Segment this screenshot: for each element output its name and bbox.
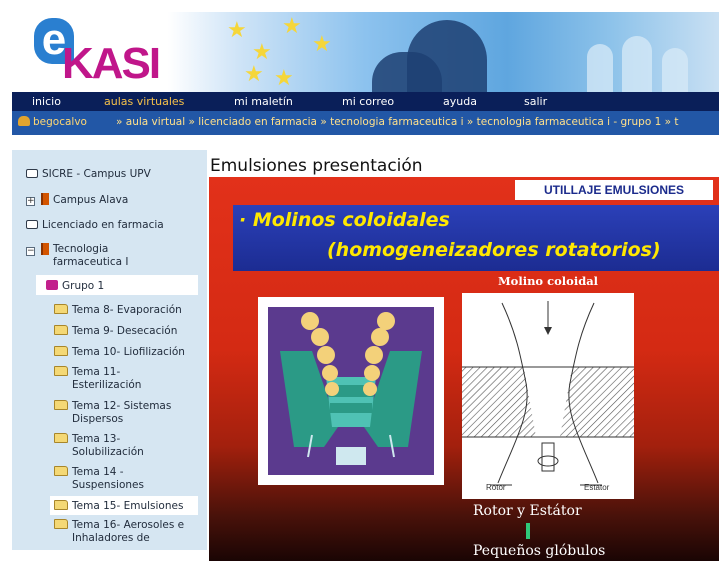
sidebar-item-campus-alava[interactable]: + Campus Alava [26, 193, 128, 207]
caption-rotor-estator: Rotor y Estátor [473, 503, 582, 519]
person-silhouette [587, 44, 613, 92]
rotor-label: Rotor [486, 483, 506, 492]
star-icon: ★ [312, 32, 332, 57]
nav-salir[interactable]: salir [524, 95, 547, 108]
breadcrumb-path[interactable]: » aula virtual » licenciado en farmacia … [116, 116, 678, 128]
sidebar-item-tema-12[interactable]: Tema 12- Sistemas Dispersos [54, 400, 197, 426]
course-sidebar: SICRE - Campus UPV + Campus Alava Licenci… [12, 150, 207, 550]
caption-pequenos-globulos: Pequeños glóbulos [473, 543, 606, 559]
nav-mi-correo[interactable]: mi correo [342, 95, 394, 108]
folder-icon [54, 304, 68, 314]
star-icon: ★ [282, 14, 302, 39]
top-nav: inicio aulas virtuales mi maletín mi cor… [12, 92, 719, 111]
sidebar-item-label: Tema 11- Esterilización [72, 366, 142, 391]
rotor-stator-diagram: Rotor Estator [462, 293, 634, 499]
user-icon [18, 116, 30, 126]
sidebar-item-tema-15[interactable]: Tema 15- Emulsiones [54, 500, 183, 513]
colloid-mill-illustration [258, 297, 444, 485]
site-banner: e KASI ★ ★ ★ ★ ★ ★ [12, 12, 719, 92]
sidebar-item-label: Campus Alava [53, 194, 129, 206]
folder-icon [54, 325, 68, 335]
book-icon [41, 243, 49, 255]
nav-ayuda[interactable]: ayuda [443, 95, 477, 108]
sidebar-item-tema-8[interactable]: Tema 8- Evaporación [54, 304, 182, 317]
slide-heading-line-1: · Molinos coloidales [239, 209, 450, 231]
illustration-background [268, 307, 434, 475]
collapse-toggle[interactable]: − [26, 247, 35, 256]
page-title: Emulsiones presentación [210, 156, 423, 176]
course-icon [26, 220, 38, 229]
presentation-slide: UTILLAJE EMULSIONES · Molinos coloidales… [209, 177, 719, 561]
sidebar-item-label: Tema 13- Solubilización [72, 433, 144, 458]
folder-icon [54, 433, 68, 443]
sidebar-item-tecnologia[interactable]: − Tecnologia farmaceutica I [26, 243, 163, 269]
sidebar-item-label: SICRE - Campus UPV [42, 168, 151, 180]
rotor-stator-drawing [462, 293, 634, 499]
sidebar-item-label: Tema 16- Aerosoles e Inhaladores de [72, 519, 185, 544]
expand-toggle[interactable]: + [26, 197, 35, 206]
sidebar-item-label: Tema 8- Evaporación [72, 304, 182, 316]
sidebar-item-label: Tema 15- Emulsiones [72, 500, 184, 512]
group-icon [46, 280, 58, 290]
book-icon [41, 193, 49, 205]
estator-label: Estator [584, 483, 610, 492]
ekasi-logo[interactable]: e KASI [12, 12, 192, 92]
sidebar-item-label: Tema 9- Desecación [72, 325, 178, 337]
star-icon: ★ [252, 40, 272, 65]
slide-tag: UTILLAJE EMULSIONES [515, 180, 713, 200]
sidebar-item-label: Licenciado en farmacia [42, 219, 164, 231]
nav-mi-maletin[interactable]: mi maletín [234, 95, 293, 108]
person-silhouette [662, 48, 688, 92]
breadcrumb-user[interactable]: begocalvo [18, 116, 87, 128]
person-silhouette [622, 36, 652, 92]
sidebar-item-tema-14[interactable]: Tema 14 - Suspensiones [54, 466, 182, 492]
folder-icon [54, 466, 68, 476]
course-icon [26, 169, 38, 178]
right-image-title: Molino coloidal [497, 274, 599, 288]
sidebar-item-tema-16[interactable]: Tema 16- Aerosoles e Inhaladores de [54, 519, 197, 545]
nav-inicio[interactable]: inicio [32, 95, 61, 108]
sidebar-item-tema-11[interactable]: Tema 11- Esterilización [54, 366, 192, 392]
sidebar-item-grupo-1[interactable]: Grupo 1 [46, 280, 104, 293]
folder-icon [54, 346, 68, 356]
colloid-mill-drawing [268, 307, 434, 475]
sidebar-item-tema-9[interactable]: Tema 9- Desecación [54, 325, 177, 338]
sidebar-item-licenciado[interactable]: Licenciado en farmacia [26, 219, 164, 232]
breadcrumb: begocalvo » aula virtual » licenciado en… [12, 111, 719, 135]
sidebar-item-label: Grupo 1 [62, 280, 105, 292]
sidebar-item-label: Tecnologia farmaceutica I [53, 243, 129, 268]
folder-icon [54, 519, 68, 529]
folder-icon [54, 366, 68, 376]
slide-heading: · Molinos coloidales (homogeneizadores r… [233, 205, 719, 271]
logo-wordmark: KASI [62, 39, 161, 88]
folder-icon [54, 500, 68, 510]
sidebar-item-sicre[interactable]: SICRE - Campus UPV [26, 168, 151, 181]
down-arrow-icon [526, 523, 530, 539]
star-icon: ★ [244, 62, 264, 87]
breadcrumb-username[interactable]: begocalvo [33, 116, 87, 128]
sidebar-item-tema-13[interactable]: Tema 13- Solubilización [54, 433, 182, 459]
sidebar-item-label: Tema 10- Liofilización [72, 346, 185, 358]
star-icon: ★ [274, 66, 294, 91]
folder-icon [54, 400, 68, 410]
slide-heading-line-2: (homogeneizadores rotatorios) [327, 239, 661, 261]
sidebar-item-tema-10[interactable]: Tema 10- Liofilización [54, 346, 185, 359]
sidebar-item-label: Tema 14 - Suspensiones [72, 466, 144, 491]
sidebar-item-label: Tema 12- Sistemas Dispersos [72, 400, 172, 425]
nav-aulas-virtuales[interactable]: aulas virtuales [104, 95, 184, 108]
star-icon: ★ [227, 18, 247, 43]
